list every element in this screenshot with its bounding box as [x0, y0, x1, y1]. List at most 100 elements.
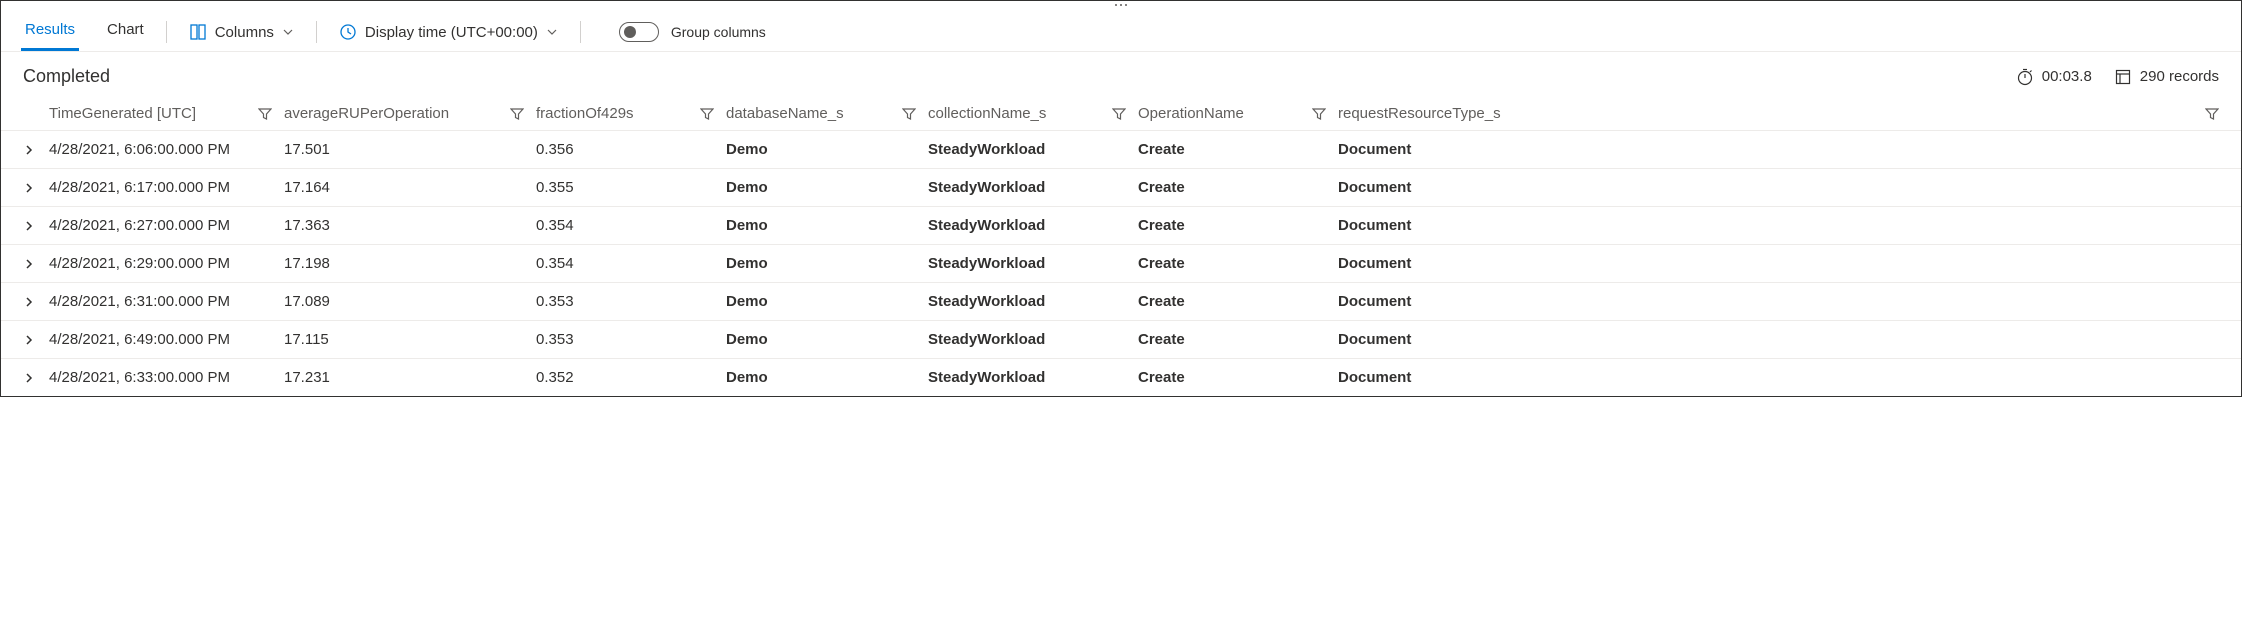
cell-ru: 17.115 [284, 331, 536, 348]
cell-time: 4/28/2021, 6:17:00.000 PM [49, 179, 284, 196]
expand-cell [1, 144, 49, 156]
chevron-right-icon[interactable] [23, 296, 37, 308]
filter-icon[interactable] [258, 107, 272, 121]
records-value: 290 records [2140, 68, 2219, 85]
columns-button[interactable]: Columns [185, 17, 298, 47]
group-columns-control: Group columns [619, 22, 766, 42]
column-resourcetype[interactable]: requestResourceType_s [1338, 105, 2241, 122]
table-body: 4/28/2021, 6:06:00.000 PM 17.501 0.356 D… [1, 131, 2241, 396]
group-columns-label: Group columns [671, 24, 766, 40]
expand-cell [1, 334, 49, 346]
column-label: averageRUPerOperation [284, 105, 510, 122]
cell-ru: 17.089 [284, 293, 536, 310]
cell-ru: 17.501 [284, 141, 536, 158]
cell-coll: SteadyWorkload [928, 217, 1138, 234]
cell-coll: SteadyWorkload [928, 255, 1138, 272]
cell-ru: 17.231 [284, 369, 536, 386]
duration-display: 00:03.8 [2016, 68, 2092, 86]
cell-op: Create [1138, 369, 1338, 386]
cell-res: Document [1338, 141, 2241, 158]
cell-op: Create [1138, 141, 1338, 158]
table-row[interactable]: 4/28/2021, 6:29:00.000 PM 17.198 0.354 D… [1, 245, 2241, 283]
chevron-right-icon[interactable] [23, 220, 37, 232]
cell-db: Demo [726, 217, 928, 234]
cell-res: Document [1338, 255, 2241, 272]
toolbar: Results Chart Columns Display time (UTC+… [1, 9, 2241, 52]
table-row[interactable]: 4/28/2021, 6:33:00.000 PM 17.231 0.352 D… [1, 359, 2241, 396]
column-fraction429s[interactable]: fractionOf429s [536, 105, 726, 122]
cell-coll: SteadyWorkload [928, 331, 1138, 348]
display-time-button[interactable]: Display time (UTC+00:00) [335, 17, 562, 47]
cell-coll: SteadyWorkload [928, 293, 1138, 310]
toggle-knob [624, 26, 636, 38]
column-collectionname[interactable]: collectionName_s [928, 105, 1138, 122]
filter-icon[interactable] [510, 107, 524, 121]
cell-res: Document [1338, 179, 2241, 196]
cell-frac: 0.356 [536, 141, 726, 158]
divider [316, 21, 317, 43]
table-row[interactable]: 4/28/2021, 6:06:00.000 PM 17.501 0.356 D… [1, 131, 2241, 169]
cell-time: 4/28/2021, 6:33:00.000 PM [49, 369, 284, 386]
cell-res: Document [1338, 293, 2241, 310]
cell-db: Demo [726, 369, 928, 386]
column-label: requestResourceType_s [1338, 105, 2205, 122]
filter-icon[interactable] [700, 107, 714, 121]
expand-cell [1, 220, 49, 232]
chevron-right-icon[interactable] [23, 334, 37, 346]
results-table: TimeGenerated [UTC] averageRUPerOperatio… [1, 97, 2241, 396]
cell-op: Create [1138, 179, 1338, 196]
cell-db: Demo [726, 255, 928, 272]
records-icon [2114, 68, 2132, 86]
clock-icon [339, 23, 357, 41]
stopwatch-icon [2016, 68, 2034, 86]
filter-icon[interactable] [902, 107, 916, 121]
filter-icon[interactable] [2205, 107, 2219, 121]
resize-handle[interactable] [1, 1, 2241, 9]
column-timegenerated[interactable]: TimeGenerated [UTC] [49, 105, 284, 122]
cell-op: Create [1138, 255, 1338, 272]
duration-value: 00:03.8 [2042, 68, 2092, 85]
cell-op: Create [1138, 293, 1338, 310]
column-label: fractionOf429s [536, 105, 700, 122]
tab-chart[interactable]: Chart [103, 13, 148, 51]
cell-frac: 0.355 [536, 179, 726, 196]
chevron-right-icon[interactable] [23, 258, 37, 270]
table-row[interactable]: 4/28/2021, 6:27:00.000 PM 17.363 0.354 D… [1, 207, 2241, 245]
column-averageru[interactable]: averageRUPerOperation [284, 105, 536, 122]
column-label: TimeGenerated [UTC] [49, 105, 258, 122]
columns-icon [189, 23, 207, 41]
column-label: OperationName [1138, 105, 1312, 122]
cell-ru: 17.363 [284, 217, 536, 234]
expand-cell [1, 296, 49, 308]
cell-frac: 0.353 [536, 293, 726, 310]
cell-time: 4/28/2021, 6:27:00.000 PM [49, 217, 284, 234]
cell-time: 4/28/2021, 6:06:00.000 PM [49, 141, 284, 158]
table-row[interactable]: 4/28/2021, 6:17:00.000 PM 17.164 0.355 D… [1, 169, 2241, 207]
chevron-right-icon[interactable] [23, 144, 37, 156]
cell-ru: 17.198 [284, 255, 536, 272]
cell-db: Demo [726, 141, 928, 158]
table-row[interactable]: 4/28/2021, 6:31:00.000 PM 17.089 0.353 D… [1, 283, 2241, 321]
chevron-right-icon[interactable] [23, 372, 37, 384]
divider [166, 21, 167, 43]
status-bar: Completed 00:03.8 290 records [1, 52, 2241, 97]
expand-cell [1, 182, 49, 194]
cell-time: 4/28/2021, 6:31:00.000 PM [49, 293, 284, 310]
display-time-label: Display time (UTC+00:00) [365, 24, 538, 41]
cell-db: Demo [726, 179, 928, 196]
records-display: 290 records [2114, 68, 2219, 86]
table-row[interactable]: 4/28/2021, 6:49:00.000 PM 17.115 0.353 D… [1, 321, 2241, 359]
group-columns-toggle[interactable] [619, 22, 659, 42]
tab-results[interactable]: Results [21, 13, 79, 51]
cell-frac: 0.352 [536, 369, 726, 386]
filter-icon[interactable] [1112, 107, 1126, 121]
cell-res: Document [1338, 369, 2241, 386]
filter-icon[interactable] [1312, 107, 1326, 121]
cell-frac: 0.353 [536, 331, 726, 348]
column-expand [1, 105, 49, 122]
chevron-right-icon[interactable] [23, 182, 37, 194]
cell-time: 4/28/2021, 6:49:00.000 PM [49, 331, 284, 348]
cell-coll: SteadyWorkload [928, 179, 1138, 196]
column-operationname[interactable]: OperationName [1138, 105, 1338, 122]
column-databasename[interactable]: databaseName_s [726, 105, 928, 122]
